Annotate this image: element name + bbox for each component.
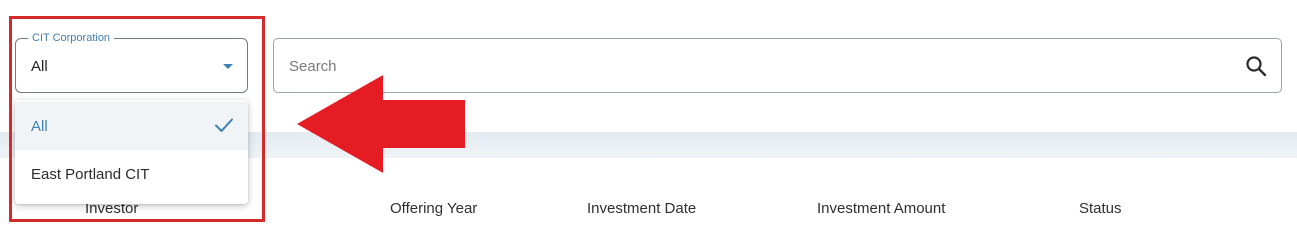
- column-header-offering-year[interactable]: Offering Year: [390, 200, 477, 217]
- highlight-box: [9, 16, 265, 222]
- search-icon[interactable]: [1245, 55, 1267, 82]
- column-header-investment-date[interactable]: Investment Date: [587, 200, 696, 217]
- arrow-left-icon: [297, 75, 467, 180]
- column-header-investment-amount[interactable]: Investment Amount: [817, 200, 945, 217]
- column-header-status[interactable]: Status: [1079, 200, 1122, 217]
